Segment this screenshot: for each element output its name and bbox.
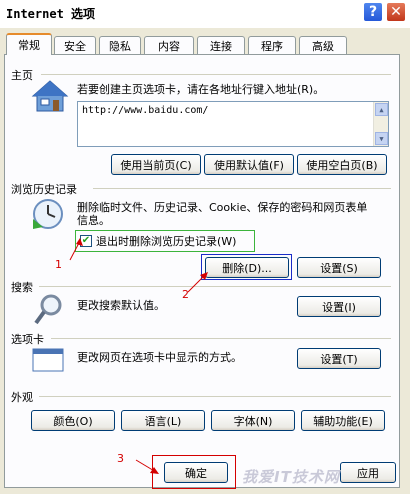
annotation-3: 3 [117, 452, 124, 465]
arrow-3-head [150, 467, 159, 474]
internet-options-dialog: Internet 选项 ? ✕ 常规 安全 隐私 内容 连接 程序 高级 主页 … [0, 0, 410, 494]
tab-general[interactable]: 常规 [6, 33, 52, 55]
annotation-2: 2 [182, 288, 189, 301]
tab-general-label: 常规 [18, 39, 40, 52]
annotation-1: 1 [55, 258, 62, 271]
watermark-text: 我爱IT技术网 [242, 468, 340, 486]
annotation-arrows [69, 238, 208, 474]
arrow-1-head [76, 238, 83, 246]
